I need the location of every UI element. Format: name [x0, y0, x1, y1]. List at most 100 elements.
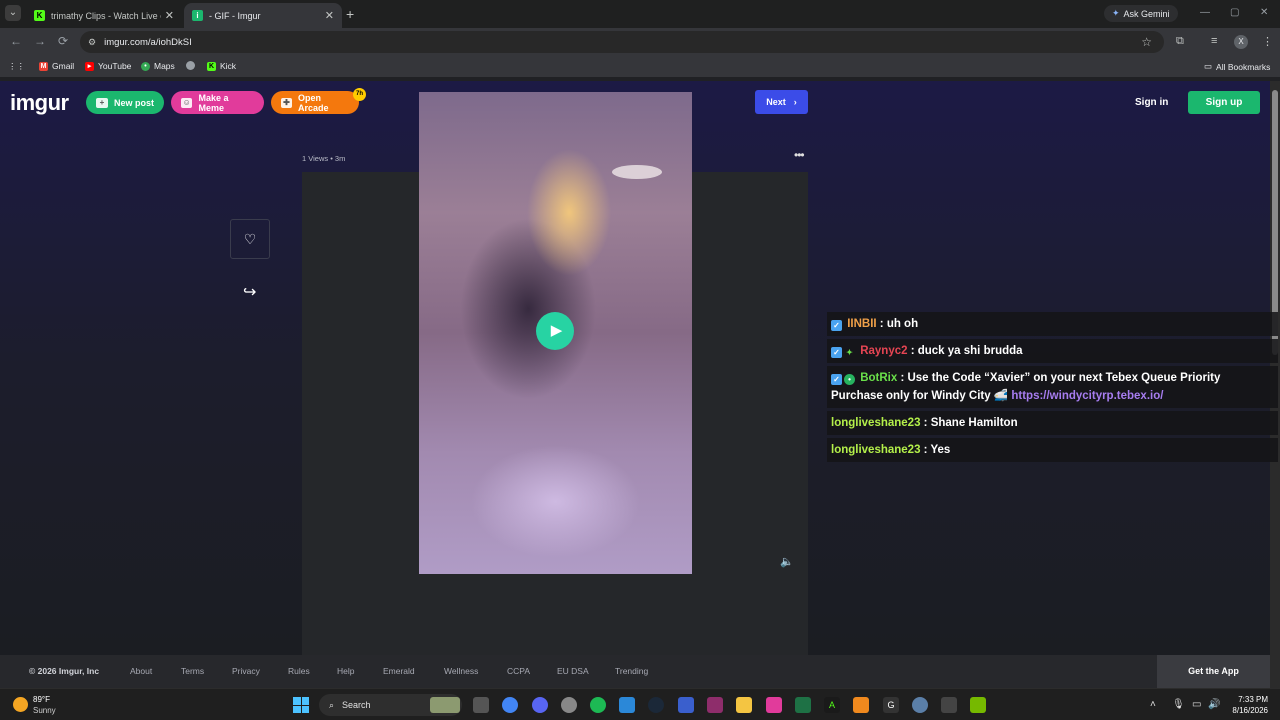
bookmark-gmail[interactable]: M Gmail — [39, 61, 74, 71]
app-orange-icon[interactable] — [853, 697, 869, 713]
profile-avatar[interactable]: X — [1234, 35, 1248, 49]
chat-message: ✓ IINBII : uh oh — [827, 312, 1278, 336]
more-options-icon[interactable]: ••• — [794, 148, 805, 162]
app-green-icon[interactable]: A — [824, 697, 840, 713]
windows-start-icon[interactable] — [293, 697, 309, 713]
taskbar-search[interactable]: ⌕ Search — [319, 694, 462, 716]
browser-tabstrip: ⌄ K trimathy Clips - Watch Live on Kick … — [0, 0, 1280, 28]
tray-chevron-icon[interactable]: ˄ — [1150, 699, 1156, 710]
meme-icon: ☺ — [181, 97, 193, 108]
footer-link-trending[interactable]: Trending — [615, 666, 648, 676]
site-info-icon[interactable]: ⚙ — [88, 37, 96, 48]
footer-link-help[interactable]: Help — [337, 666, 354, 676]
chevron-right-icon: › — [793, 97, 797, 107]
new-post-button[interactable]: + New post — [86, 91, 164, 114]
open-arcade-label: Open Arcade — [297, 92, 329, 113]
microphone-icon[interactable]: 🎙 — [1172, 699, 1185, 710]
chat-overlay: ✓ IINBII : uh oh ✓ ✦ Raynyc2 : duck ya sh… — [827, 312, 1278, 465]
maximize-icon[interactable]: ▢ — [1230, 7, 1239, 18]
gmail-icon: M — [39, 61, 48, 71]
minimize-icon[interactable]: — — [1200, 7, 1210, 18]
discord-icon[interactable] — [532, 697, 548, 713]
volume-tray-icon[interactable]: 🔊 — [1208, 699, 1220, 710]
youtube-icon: ▸ — [85, 61, 94, 71]
footer-link-terms[interactable]: Terms — [181, 666, 204, 676]
share-icon[interactable]: ↪ — [243, 282, 256, 302]
taskbar-clock[interactable]: 7:33 PM 8/16/2026 — [1228, 694, 1268, 716]
excel-icon[interactable] — [795, 697, 811, 713]
mail-icon[interactable] — [678, 697, 694, 713]
tab-search-button[interactable]: ⌄ — [5, 5, 21, 21]
tab-kick-clips[interactable]: K trimathy Clips - Watch Live on Kick ✕ — [26, 3, 182, 28]
weather-temp[interactable]: 89°F — [33, 695, 50, 704]
volume-icon[interactable]: 🔈 — [780, 555, 794, 568]
bookmark-youtube[interactable]: ▸ YouTube — [85, 61, 131, 71]
app-pink-icon[interactable] — [766, 697, 782, 713]
extensions-icon[interactable]: ⧉ — [1176, 35, 1184, 48]
forward-icon[interactable]: → — [34, 34, 46, 48]
task-view-icon[interactable] — [473, 697, 489, 713]
make-meme-button[interactable]: ☺ Make a Meme — [171, 91, 264, 114]
reload-icon[interactable]: ⟳ — [58, 34, 68, 48]
chat-username: IINBII — [847, 318, 877, 330]
new-tab-button[interactable]: + — [346, 6, 354, 22]
gamepad-icon: ✚ — [281, 97, 292, 108]
bookmark-kick[interactable]: K Kick — [207, 61, 236, 71]
photos-icon[interactable] — [619, 697, 635, 713]
file-explorer-icon[interactable] — [736, 697, 752, 713]
footer-link-wellness[interactable]: Wellness — [444, 666, 478, 676]
get-app-button[interactable]: Get the App — [1157, 655, 1270, 688]
footer-link-about[interactable]: About — [130, 666, 152, 676]
close-icon[interactable]: ✕ — [165, 9, 174, 22]
footer-link-rules[interactable]: Rules — [288, 666, 310, 676]
all-bookmarks[interactable]: ▭ All Bookmarks — [1204, 61, 1270, 72]
bookmark-label: Gmail — [52, 61, 75, 71]
chrome-icon[interactable] — [502, 697, 518, 713]
nvidia-icon[interactable] — [970, 697, 986, 713]
bookmark-globe[interactable] — [186, 61, 195, 70]
url-text: imgur.com/a/iohDkSI — [104, 36, 192, 48]
settings-icon[interactable] — [912, 697, 928, 713]
imgur-logo[interactable]: imgur — [10, 90, 69, 116]
clock-date: 8/16/2026 — [1232, 706, 1268, 715]
sign-in-link[interactable]: Sign in — [1135, 97, 1168, 108]
window-close-icon[interactable]: ✕ — [1260, 7, 1268, 18]
chat-username: BotRix — [860, 372, 898, 384]
chrome-profile-icon[interactable] — [561, 697, 577, 713]
footer-link-privacy[interactable]: Privacy — [232, 666, 260, 676]
ask-gemini-label: Ask Gemini — [1123, 8, 1170, 19]
weather-condition[interactable]: Sunny — [33, 706, 56, 715]
chat-link[interactable]: https://windycityrp.tebex.io/ — [1011, 390, 1163, 402]
next-button[interactable]: Next › — [755, 90, 808, 114]
arcade-badge: 7h — [353, 88, 366, 101]
bookmark-label: Kick — [220, 61, 237, 71]
sign-up-button[interactable]: Sign up — [1188, 91, 1260, 114]
play-icon[interactable]: ▶ — [536, 312, 574, 350]
spotify-icon[interactable] — [590, 697, 606, 713]
reading-list-icon[interactable]: ≡ — [1211, 35, 1217, 47]
address-bar[interactable]: ⚙ imgur.com/a/iohDkSI ☆ — [80, 31, 1164, 53]
winrar-icon[interactable] — [707, 697, 723, 713]
windows-taskbar: 89°F Sunny ⌕ Search A G ˄ 🎙 ▭ 🔊 7:33 PM … — [0, 688, 1280, 720]
footer-link-eu-dsa[interactable]: EU DSA — [557, 666, 589, 676]
steam-icon[interactable] — [648, 697, 664, 713]
footer-link-emerald[interactable]: Emerald — [383, 666, 415, 676]
sun-icon[interactable] — [13, 697, 28, 712]
tab-imgur-gif[interactable]: i - GIF - Imgur ✕ — [184, 3, 342, 28]
ask-gemini-button[interactable]: ✦ Ask Gemini — [1104, 5, 1178, 22]
bookmark-maps[interactable]: • Maps — [141, 61, 175, 71]
like-button[interactable]: ♡ — [230, 219, 270, 259]
network-icon[interactable]: ▭ — [1192, 699, 1201, 710]
globe-icon — [186, 61, 195, 70]
bookmark-star-icon[interactable]: ☆ — [1141, 35, 1152, 49]
next-label: Next — [766, 97, 786, 107]
back-icon[interactable]: ← — [10, 34, 22, 48]
menu-icon[interactable]: ⋮ — [1262, 35, 1273, 48]
app-eagle-icon[interactable] — [941, 697, 957, 713]
apps-icon[interactable]: ⋮⋮ — [8, 61, 25, 72]
footer-link-ccpa[interactable]: CCPA — [507, 666, 530, 676]
open-arcade-button[interactable]: ✚ Open Arcade — [271, 91, 359, 114]
app-g-icon[interactable]: G — [883, 697, 899, 713]
kick-icon: K — [34, 10, 45, 21]
close-icon[interactable]: ✕ — [325, 9, 334, 22]
